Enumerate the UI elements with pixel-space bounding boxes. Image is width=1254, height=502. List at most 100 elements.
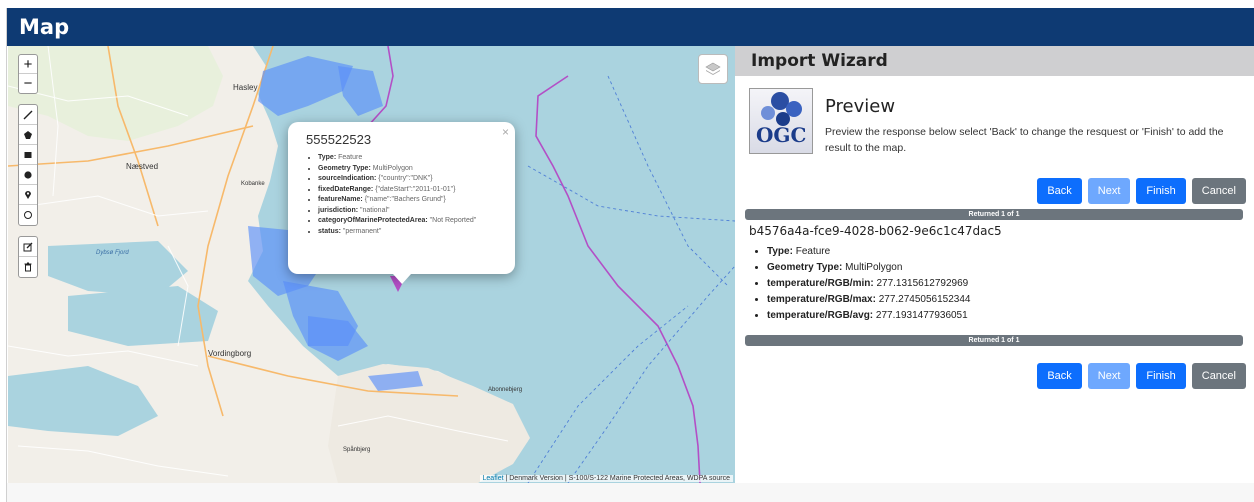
draw-toolbar — [18, 104, 38, 226]
wizard-buttons-bottom: Back Next Finish Cancel — [1037, 363, 1246, 389]
property-key: jurisdiction: — [318, 206, 359, 214]
top-strip — [0, 0, 1254, 8]
wizard-header: Import Wizard — [735, 46, 1254, 76]
leaflet-link[interactable]: Leaflet — [483, 475, 504, 482]
edit-icon — [23, 242, 33, 251]
property-value: MultiPolygon — [372, 164, 413, 172]
delete-icon — [24, 262, 32, 272]
property-key: Geometry Type: — [767, 262, 843, 273]
feature-property-item: temperature/RGB/max: 277.2745056152344 — [767, 292, 970, 308]
popup-tip — [393, 274, 411, 284]
feature-property-item: Geometry Type: MultiPolygon — [767, 260, 970, 276]
result-progress-bar-top: Returned 1 of 1 — [745, 209, 1243, 220]
draw-circle-button[interactable] — [19, 165, 37, 185]
property-value: 277.1931477936051 — [875, 310, 968, 321]
property-key: temperature/RGB/avg: — [767, 310, 874, 321]
popup-property-item: status: "permanent" — [318, 227, 501, 238]
popup-property-item: categoryOfMarineProtectedArea: "Not Repo… — [318, 216, 501, 227]
feature-property-item: temperature/RGB/avg: 277.1931477936051 — [767, 308, 970, 324]
popup-property-list: Type: FeatureGeometry Type: MultiPolygon… — [306, 153, 501, 237]
edit-toolbar — [18, 236, 38, 278]
property-key: temperature/RGB/min: — [767, 278, 874, 289]
feature-property-item: temperature/RGB/min: 277.1315612792969 — [767, 276, 970, 292]
app-root: Map Hasley Næstved Vordingborg Kobanke A… — [0, 0, 1254, 502]
property-value: Feature — [795, 246, 831, 257]
popup-property-item: featureName: {"name":"Bachers Grund"} — [318, 195, 501, 206]
draw-rectangle-button[interactable] — [19, 145, 37, 165]
property-value: {"dateStart":"2011-01-01"} — [375, 185, 456, 193]
label-hasley: Hasley — [233, 83, 257, 92]
feature-property-item: Type: Feature — [767, 244, 970, 260]
zoom-control: + − — [18, 54, 38, 94]
app-header: Map — [7, 8, 1254, 46]
draw-polyline-button[interactable] — [19, 105, 37, 125]
island-land — [328, 364, 530, 483]
zoom-in-button[interactable]: + — [19, 55, 37, 74]
circlemarker-icon — [24, 211, 32, 219]
back-button[interactable]: Back — [1037, 363, 1082, 389]
page-footer-area — [7, 483, 1254, 502]
ogc-logo-text: OGC — [756, 123, 807, 147]
property-value: MultiPolygon — [845, 262, 903, 273]
cancel-button[interactable]: Cancel — [1191, 363, 1246, 389]
popup-property-item: Geometry Type: MultiPolygon — [318, 164, 501, 175]
property-value: {"name":"Bachers Grund"} — [364, 196, 446, 203]
edit-layers-button[interactable] — [19, 237, 37, 257]
feature-popup: × 555522523 Type: FeatureGeometry Type: … — [288, 122, 515, 274]
label-naestved: Næstved — [126, 162, 158, 171]
ogc-logo: OGC — [749, 88, 813, 154]
property-key: categoryOfMarineProtectedArea: — [318, 217, 428, 224]
zoom-out-button[interactable]: − — [19, 74, 37, 93]
label-vordingborg: Vordingborg — [208, 349, 251, 358]
popup-property-item: Type: Feature — [318, 153, 501, 164]
property-value: 277.1315612792969 — [876, 278, 969, 289]
preview-title: Preview — [825, 96, 896, 117]
popup-property-item: fixedDateRange: {"dateStart":"2011-01-01… — [318, 185, 501, 196]
wizard-buttons-top: Back Next Finish Cancel — [1037, 178, 1246, 204]
property-value: Feature — [338, 154, 363, 161]
property-key: featureName: — [318, 196, 363, 203]
marker-icon — [25, 190, 31, 199]
layers-icon — [705, 62, 721, 75]
next-button[interactable]: Next — [1087, 178, 1131, 204]
finish-button[interactable]: Finish — [1136, 363, 1186, 389]
finish-button[interactable]: Finish — [1136, 178, 1186, 204]
preview-description: Preview the response below select 'Back'… — [825, 126, 1224, 154]
attribution-text: | Denmark Version | S-100/S-122 Marine P… — [503, 475, 730, 482]
draw-circlemarker-button[interactable] — [19, 205, 37, 225]
left-border — [0, 8, 7, 502]
map-panel[interactable]: Hasley Næstved Vordingborg Kobanke Abonn… — [8, 46, 735, 483]
property-key: status: — [318, 227, 341, 235]
label-spanbjerg: Spånbjerg — [343, 446, 370, 453]
feature-id: b4576a4a-fce9-4028-b062-9e6c1c47dac5 — [749, 224, 1002, 238]
delete-layers-button[interactable] — [19, 257, 37, 277]
import-wizard-panel: Import Wizard OGC Preview Preview the re… — [735, 46, 1254, 483]
popup-property-item: sourceIndication: {"country":"DNK"} — [318, 174, 501, 185]
property-value: "Not Reported" — [429, 217, 477, 224]
polyline-icon — [23, 110, 33, 119]
popup-close-button[interactable]: × — [502, 125, 509, 139]
property-key: Type: — [318, 154, 337, 161]
page-title: Map — [19, 15, 70, 39]
property-value: {"country":"DNK"} — [378, 175, 433, 182]
layers-control[interactable] — [698, 54, 728, 84]
popup-title: 555522523 — [306, 132, 372, 147]
cancel-button[interactable]: Cancel — [1191, 178, 1246, 204]
shipping-lanes — [527, 75, 735, 483]
feature-property-list: Type: FeatureGeometry Type: MultiPolygon… — [751, 244, 970, 324]
property-value: "national" — [360, 206, 390, 214]
draw-polygon-button[interactable] — [19, 125, 37, 145]
draw-marker-button[interactable] — [19, 185, 37, 205]
property-key: Type: — [767, 246, 793, 257]
back-button[interactable]: Back — [1037, 178, 1082, 204]
next-button[interactable]: Next — [1087, 363, 1131, 389]
circle-icon — [24, 170, 32, 179]
polygon-icon — [24, 130, 32, 139]
property-value: 277.2745056152344 — [878, 294, 971, 305]
map-attribution: Leaflet | Denmark Version | S-100/S-122 … — [479, 475, 733, 482]
property-key: sourceIndication: — [318, 175, 377, 182]
popup-property-item: jurisdiction: "national" — [318, 206, 501, 217]
property-value: "permanent" — [342, 227, 382, 235]
property-key: Geometry Type: — [318, 164, 371, 172]
result-progress-bar-bottom: Returned 1 of 1 — [745, 335, 1243, 346]
